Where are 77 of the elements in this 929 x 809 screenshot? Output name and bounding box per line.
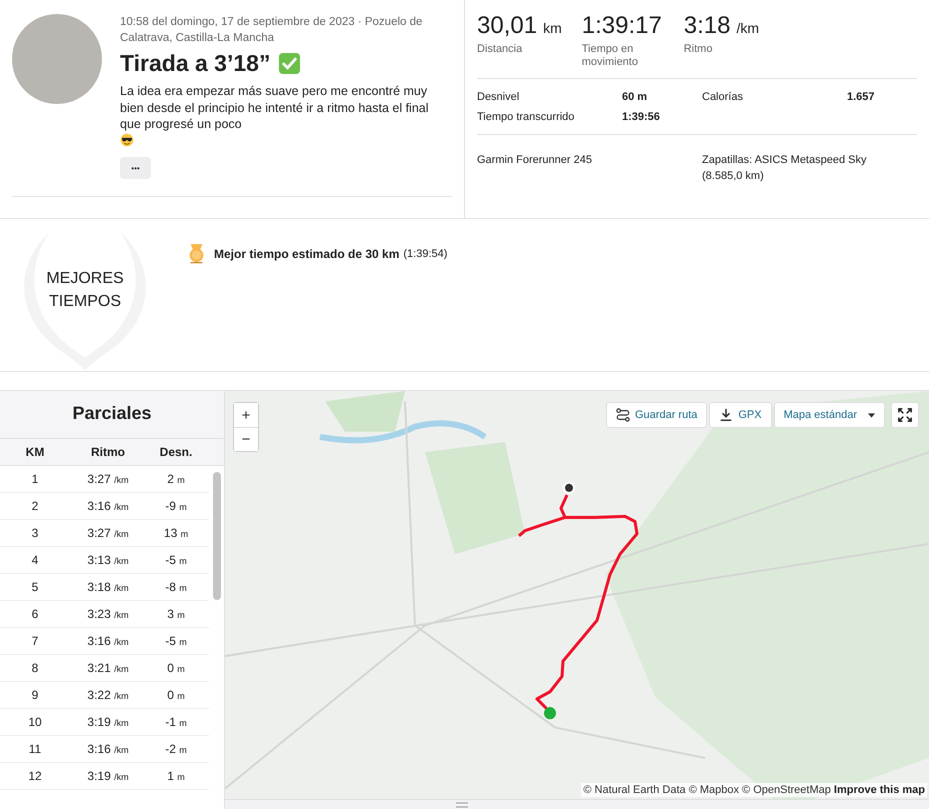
elevation-cell-text: -5 m [164, 553, 188, 567]
stat-value: 1:39:56 [622, 110, 661, 125]
km-cell-text: 11 [28, 742, 42, 756]
elevation-cell-text: -5 m [164, 634, 188, 648]
km-cell-text: 6 [30, 607, 40, 621]
km-cell-text: 1 [30, 472, 40, 486]
pace-cell-text: 3:27 /km [86, 472, 130, 486]
stat-label: Desnivel [477, 90, 520, 105]
best-effort-time: (1:39:54) [403, 248, 448, 260]
improve-map-link[interactable]: Improve this map [834, 784, 925, 796]
activity-title: Tirada a 3’18” [120, 50, 270, 77]
device-name: Garmin Forerunner 245 [477, 153, 593, 168]
fullscreen-button[interactable] [891, 402, 919, 428]
save-route-button[interactable]: Guardar ruta [606, 402, 708, 428]
activity-date-location: 10:58 del domingo, 17 de septiembre de 2023 · Pozuelo de Calatrava, Castilla-La Mancha [120, 15, 424, 46]
pace-cell-text: 3:16 /km [86, 634, 130, 648]
km-cell-text: 9 [30, 688, 40, 702]
elevation-cell-text: 2 m [166, 472, 186, 486]
check-mark-icon [278, 52, 302, 75]
pace-cell-text: 3:16 /km [86, 742, 130, 756]
stat-value: 1.657 [847, 90, 876, 105]
km-cell-text: 10 [27, 715, 43, 729]
pace-cell-text: 3:22 /km [86, 688, 130, 702]
stat-value: 1:39:17 [582, 12, 663, 40]
pace-cell-text: 3:27 /km [86, 526, 130, 540]
elevation-cell-text: -8 m [164, 580, 188, 594]
stat-label: Tiempo transcurrido [477, 110, 576, 125]
elevation-cell-text: 3 m [166, 607, 186, 621]
km-cell-text: 8 [30, 661, 40, 675]
map-style-dropdown[interactable]: Mapa estándar [774, 402, 885, 428]
column-header: Desn. [158, 445, 194, 459]
sunglasses-face-icon [120, 132, 134, 146]
stat-label: Tiempo en movimiento [582, 43, 639, 69]
elevation-cell-text: 13 m [162, 526, 190, 540]
stat-value: 3:18 /km [684, 12, 760, 40]
download-icon [719, 408, 734, 422]
km-cell-text: 3 [30, 526, 40, 540]
elevation-cell-text: -9 m [164, 499, 188, 513]
best-efforts-label: MEJORES TIEMPOS [45, 269, 125, 312]
pace-cell-text: 3:21 /km [86, 661, 130, 675]
shoes-info: Zapatillas: ASICS Metaspeed Sky (8.585,0 km) [702, 153, 868, 184]
km-cell-text: 2 [30, 499, 40, 513]
gpx-download-button[interactable]: GPX [709, 402, 772, 428]
pace-cell-text: 3:19 /km [86, 715, 130, 729]
elevation-cell-text: -1 m [164, 715, 188, 729]
pace-cell-text: 3:13 /km [86, 553, 130, 567]
activity-description: La idea era empezar más suave pero me encontré muy bien desde el principio he intenté ir a ritmo hasta el final que progresé un poco [120, 83, 430, 132]
best-effort-title: Mejor tiempo estimado de 30 km [214, 246, 400, 260]
stat-label: Ritmo [684, 43, 714, 56]
stat-value: 30,01 km [477, 12, 562, 40]
medal-icon [188, 243, 205, 264]
pace-cell-text: 3:16 /km [86, 499, 130, 513]
scrollbar-thumb[interactable] [213, 472, 221, 600]
km-cell-text: 7 [30, 634, 40, 648]
splits-title: Parciales [0, 391, 224, 439]
elevation-cell-text: -2 m [164, 742, 188, 756]
elevation-cell-text: 0 m [166, 688, 186, 702]
pace-cell-text: 3:19 /km [86, 769, 130, 783]
column-header: KM [24, 445, 46, 459]
column-header: Ritmo [90, 445, 126, 459]
stat-value: 60 m [622, 90, 648, 105]
zoom-out-button[interactable]: − [234, 427, 258, 451]
map-attribution: © Natural Earth Data © Mapbox © OpenStreetMap [583, 784, 831, 796]
km-cell-text: 4 [30, 553, 40, 567]
km-cell-text: 5 [30, 580, 40, 594]
pace-cell-text: 3:18 /km [86, 580, 130, 594]
resize-handle-icon[interactable] [456, 802, 468, 808]
route-icon [616, 408, 630, 422]
elevation-cell-text: 1 m [166, 769, 186, 783]
fullscreen-icon [898, 408, 912, 422]
km-cell-text: 12 [27, 769, 43, 783]
elevation-cell-text: 0 m [166, 661, 186, 675]
stat-label: Distancia [477, 43, 524, 56]
pace-cell-text: 3:23 /km [86, 607, 130, 621]
caret-icon [868, 412, 875, 418]
more-button[interactable]: ••• [120, 157, 151, 179]
stat-label: Calorías [702, 90, 744, 105]
